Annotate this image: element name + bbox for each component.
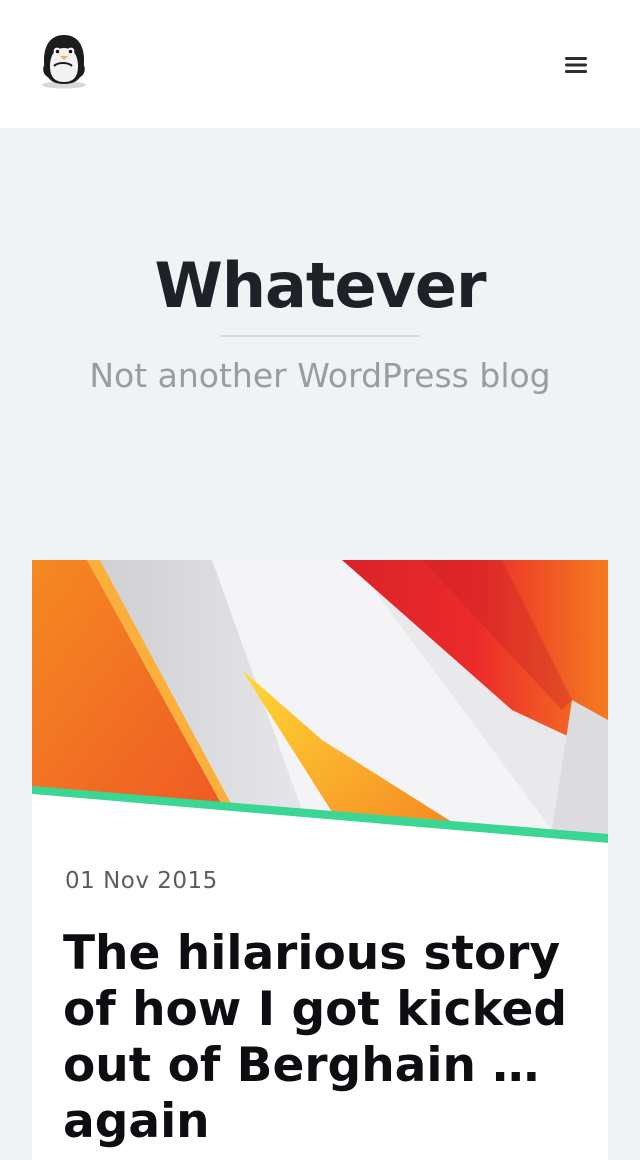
title-divider xyxy=(220,335,420,337)
site-tagline: Not another WordPress blog xyxy=(89,356,551,395)
menu-button[interactable] xyxy=(556,46,596,84)
site-title[interactable]: Whatever xyxy=(0,246,640,326)
post-featured-image[interactable] xyxy=(32,560,608,850)
post-date: 01 Nov 2015 xyxy=(65,868,218,894)
penguin-logo-icon xyxy=(42,35,86,89)
post-title[interactable]: The hilarious story of how I got kicked … xyxy=(63,926,583,1150)
post-card[interactable]: 01 Nov 2015 The hilarious story of how I… xyxy=(32,560,608,1160)
site-header xyxy=(0,0,640,128)
hamburger-menu-icon xyxy=(565,57,587,73)
site-logo[interactable] xyxy=(38,32,90,90)
